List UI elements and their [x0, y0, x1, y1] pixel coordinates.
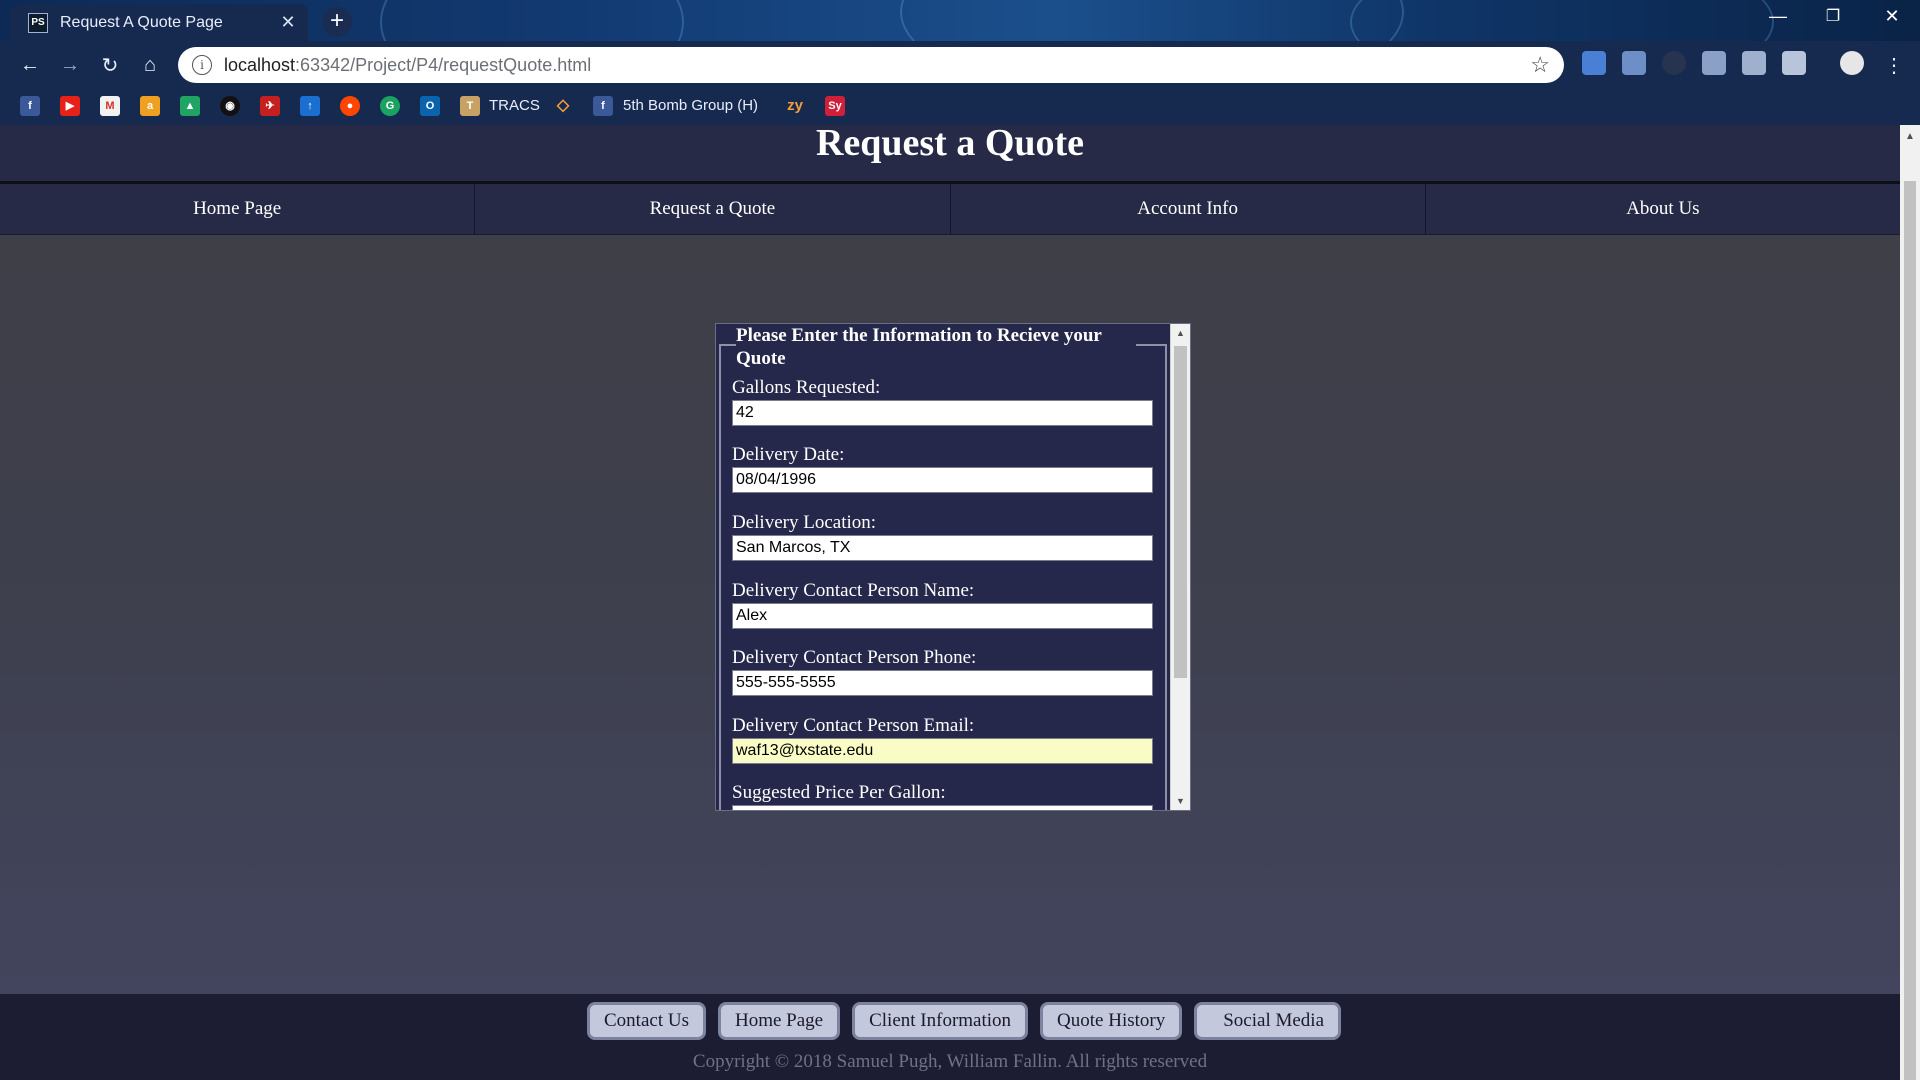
contact-name-field: Delivery Contact Person Name: Alex — [732, 580, 1153, 629]
contact-email-input[interactable]: waf13@txstate.edu — [732, 738, 1153, 764]
tab-title: Request A Quote Page — [60, 13, 223, 31]
scroll-up-arrow-icon[interactable]: ▲ — [1171, 328, 1190, 338]
suggested-price-field: Suggested Price Per Gallon: — [732, 782, 1153, 810]
footer-contact-us-button[interactable]: Contact Us — [587, 1002, 706, 1040]
page-scroll-up-arrow-icon[interactable]: ▲ — [1900, 131, 1920, 142]
page-scrollbar[interactable]: ▲ — [1900, 125, 1920, 1080]
scroll-down-arrow-icon[interactable]: ▼ — [1171, 796, 1190, 806]
copyright-text: Copyright © 2018 Samuel Pugh, William Fa… — [692, 1051, 1208, 1072]
bookmark-icon[interactable]: ↑ — [300, 96, 320, 116]
translate-extension-icon[interactable] — [1582, 51, 1606, 75]
form-scrollbar[interactable]: ▲ ▼ — [1170, 324, 1190, 810]
theme-swirl — [380, 0, 684, 41]
main-nav: Home Page Request a Quote Account Info A… — [0, 184, 1900, 235]
form-scroll-thumb[interactable] — [1174, 346, 1187, 678]
delivery-location-input[interactable]: San Marcos, TX — [732, 535, 1153, 561]
nav-request-a-quote[interactable]: Request a Quote — [474, 184, 949, 234]
form-legend: Please Enter the Information to Recieve … — [736, 324, 1136, 370]
footer-social-media-button[interactable]: Social Media — [1194, 1002, 1342, 1040]
page-title: Request a Quote — [815, 125, 1085, 164]
theme-swirl — [900, 0, 1404, 41]
chat-extension-icon[interactable] — [1702, 51, 1726, 75]
reddit-bookmark-icon[interactable]: ● — [340, 96, 360, 116]
window-close-icon[interactable]: ✕ — [1872, 6, 1912, 27]
delivery-date-field: Delivery Date: 08/04/1996 — [732, 444, 1153, 493]
sy-bookmark[interactable]: Sy — [825, 96, 845, 116]
footer-home-page-button[interactable]: Home Page — [717, 1002, 841, 1040]
contact-name-input[interactable]: Alex — [732, 603, 1153, 629]
facebook-bookmark-icon[interactable]: f — [593, 96, 613, 116]
page-header: Request a Quote — [0, 125, 1900, 184]
page-footer: Contact Us Home Page Client Information … — [0, 994, 1900, 1080]
url-path: :63342/Project/P4/requestQuote.html — [295, 54, 592, 75]
gmail-bookmark-icon[interactable]: M — [100, 96, 120, 116]
footer-links: Contact Us Home Page Client Information … — [587, 1002, 1342, 1040]
bookmark-star-icon[interactable]: ☆ — [1530, 52, 1550, 78]
close-tab-icon[interactable]: ✕ — [276, 12, 300, 33]
bookmark-5th-bomb-group[interactable]: 5th Bomb Group (H) — [623, 97, 758, 114]
back-icon[interactable]: ← — [10, 54, 50, 77]
gallons-input[interactable]: 42 — [732, 400, 1153, 426]
record-extension-icon[interactable] — [1662, 51, 1686, 75]
drive-extension-icon[interactable] — [1742, 51, 1766, 75]
tracs-bookmark-icon[interactable]: T — [460, 96, 480, 116]
theme-swirl — [1350, 0, 1774, 41]
sync-extension-icon[interactable] — [1782, 51, 1806, 75]
site-info-icon[interactable]: i — [192, 55, 212, 75]
gallons-field: Gallons Requested: 42 — [732, 377, 1153, 426]
phpstorm-favicon-icon: PS — [28, 12, 48, 33]
browser-tab-strip: PS Request A Quote Page ✕ + — ❐ ✕ — [0, 0, 1920, 41]
nav-account-info[interactable]: Account Info — [949, 184, 1425, 234]
delivery-date-input[interactable]: 08/04/1996 — [732, 467, 1153, 493]
footer-quote-history-button[interactable]: Quote History — [1040, 1002, 1183, 1040]
forward-icon[interactable]: → — [50, 54, 90, 77]
bookmarks-bar: f ▶ M a ▲ ◉ ✈ ↑ ● G O T TRACS ◇ f 5th Bo… — [0, 89, 1920, 125]
contact-email-field: Delivery Contact Person Email: waf13@txs… — [732, 715, 1153, 764]
contact-email-label: Delivery Contact Person Email: — [732, 715, 975, 736]
amazon-bookmark-icon[interactable]: a — [140, 96, 160, 116]
browser-toolbar: ← → ↻ ⌂ i localhost:63342/Project/P4/req… — [0, 41, 1920, 89]
delivery-location-field: Delivery Location: San Marcos, TX — [732, 512, 1153, 561]
facebook-bookmark-icon[interactable]: f — [20, 96, 40, 116]
page-viewport: Request a Quote Home Page Request a Quot… — [0, 125, 1900, 1080]
contact-name-label: Delivery Contact Person Name: — [732, 580, 975, 601]
nav-home-page[interactable]: Home Page — [0, 184, 474, 234]
quote-form-container: Please Enter the Information to Recieve … — [715, 323, 1191, 811]
home-icon[interactable]: ⌂ — [130, 54, 170, 77]
grammarly-bookmark-icon[interactable]: G — [380, 96, 400, 116]
download-extension-icon[interactable] — [1622, 51, 1646, 75]
drive-bookmark-icon[interactable]: ▲ — [180, 96, 200, 116]
address-bar[interactable]: i localhost:63342/Project/P4/requestQuot… — [178, 47, 1564, 83]
zybooks-bookmark[interactable]: zy — [785, 96, 805, 116]
contact-phone-field: Delivery Contact Person Phone: 555-555-5… — [732, 647, 1153, 696]
contact-phone-label: Delivery Contact Person Phone: — [732, 647, 977, 668]
profile-avatar[interactable] — [1840, 51, 1864, 75]
browser-tab[interactable]: PS Request A Quote Page ✕ — [10, 4, 308, 41]
gallons-label: Gallons Requested: — [732, 377, 881, 398]
bookmark-icon[interactable]: ✈ — [260, 96, 280, 116]
page-scroll-thumb[interactable] — [1904, 181, 1916, 1080]
suggested-price-label: Suggested Price Per Gallon: — [732, 782, 946, 803]
new-tab-button[interactable]: + — [322, 7, 352, 37]
youtube-bookmark-icon[interactable]: ▶ — [60, 96, 80, 116]
footer-client-information-button[interactable]: Client Information — [852, 1002, 1029, 1040]
restore-icon[interactable]: ❐ — [1813, 6, 1853, 26]
reload-icon[interactable]: ↻ — [90, 53, 130, 78]
delivery-date-label: Delivery Date: — [732, 444, 845, 465]
diamond-bookmark-icon[interactable]: ◇ — [553, 96, 573, 116]
github-bookmark-icon[interactable]: ◉ — [220, 96, 240, 116]
outlook-bookmark-icon[interactable]: O — [420, 96, 440, 116]
url-host: localhost — [224, 54, 296, 75]
bookmark-tracs[interactable]: TRACS — [489, 97, 540, 114]
delivery-location-label: Delivery Location: — [732, 512, 877, 533]
minimize-icon[interactable]: — — [1758, 6, 1798, 27]
suggested-price-input[interactable] — [732, 805, 1153, 810]
menu-kebab-icon[interactable]: ⋮ — [1874, 53, 1914, 78]
nav-about-us[interactable]: About Us — [1424, 184, 1900, 234]
contact-phone-input[interactable]: 555-555-5555 — [732, 670, 1153, 696]
